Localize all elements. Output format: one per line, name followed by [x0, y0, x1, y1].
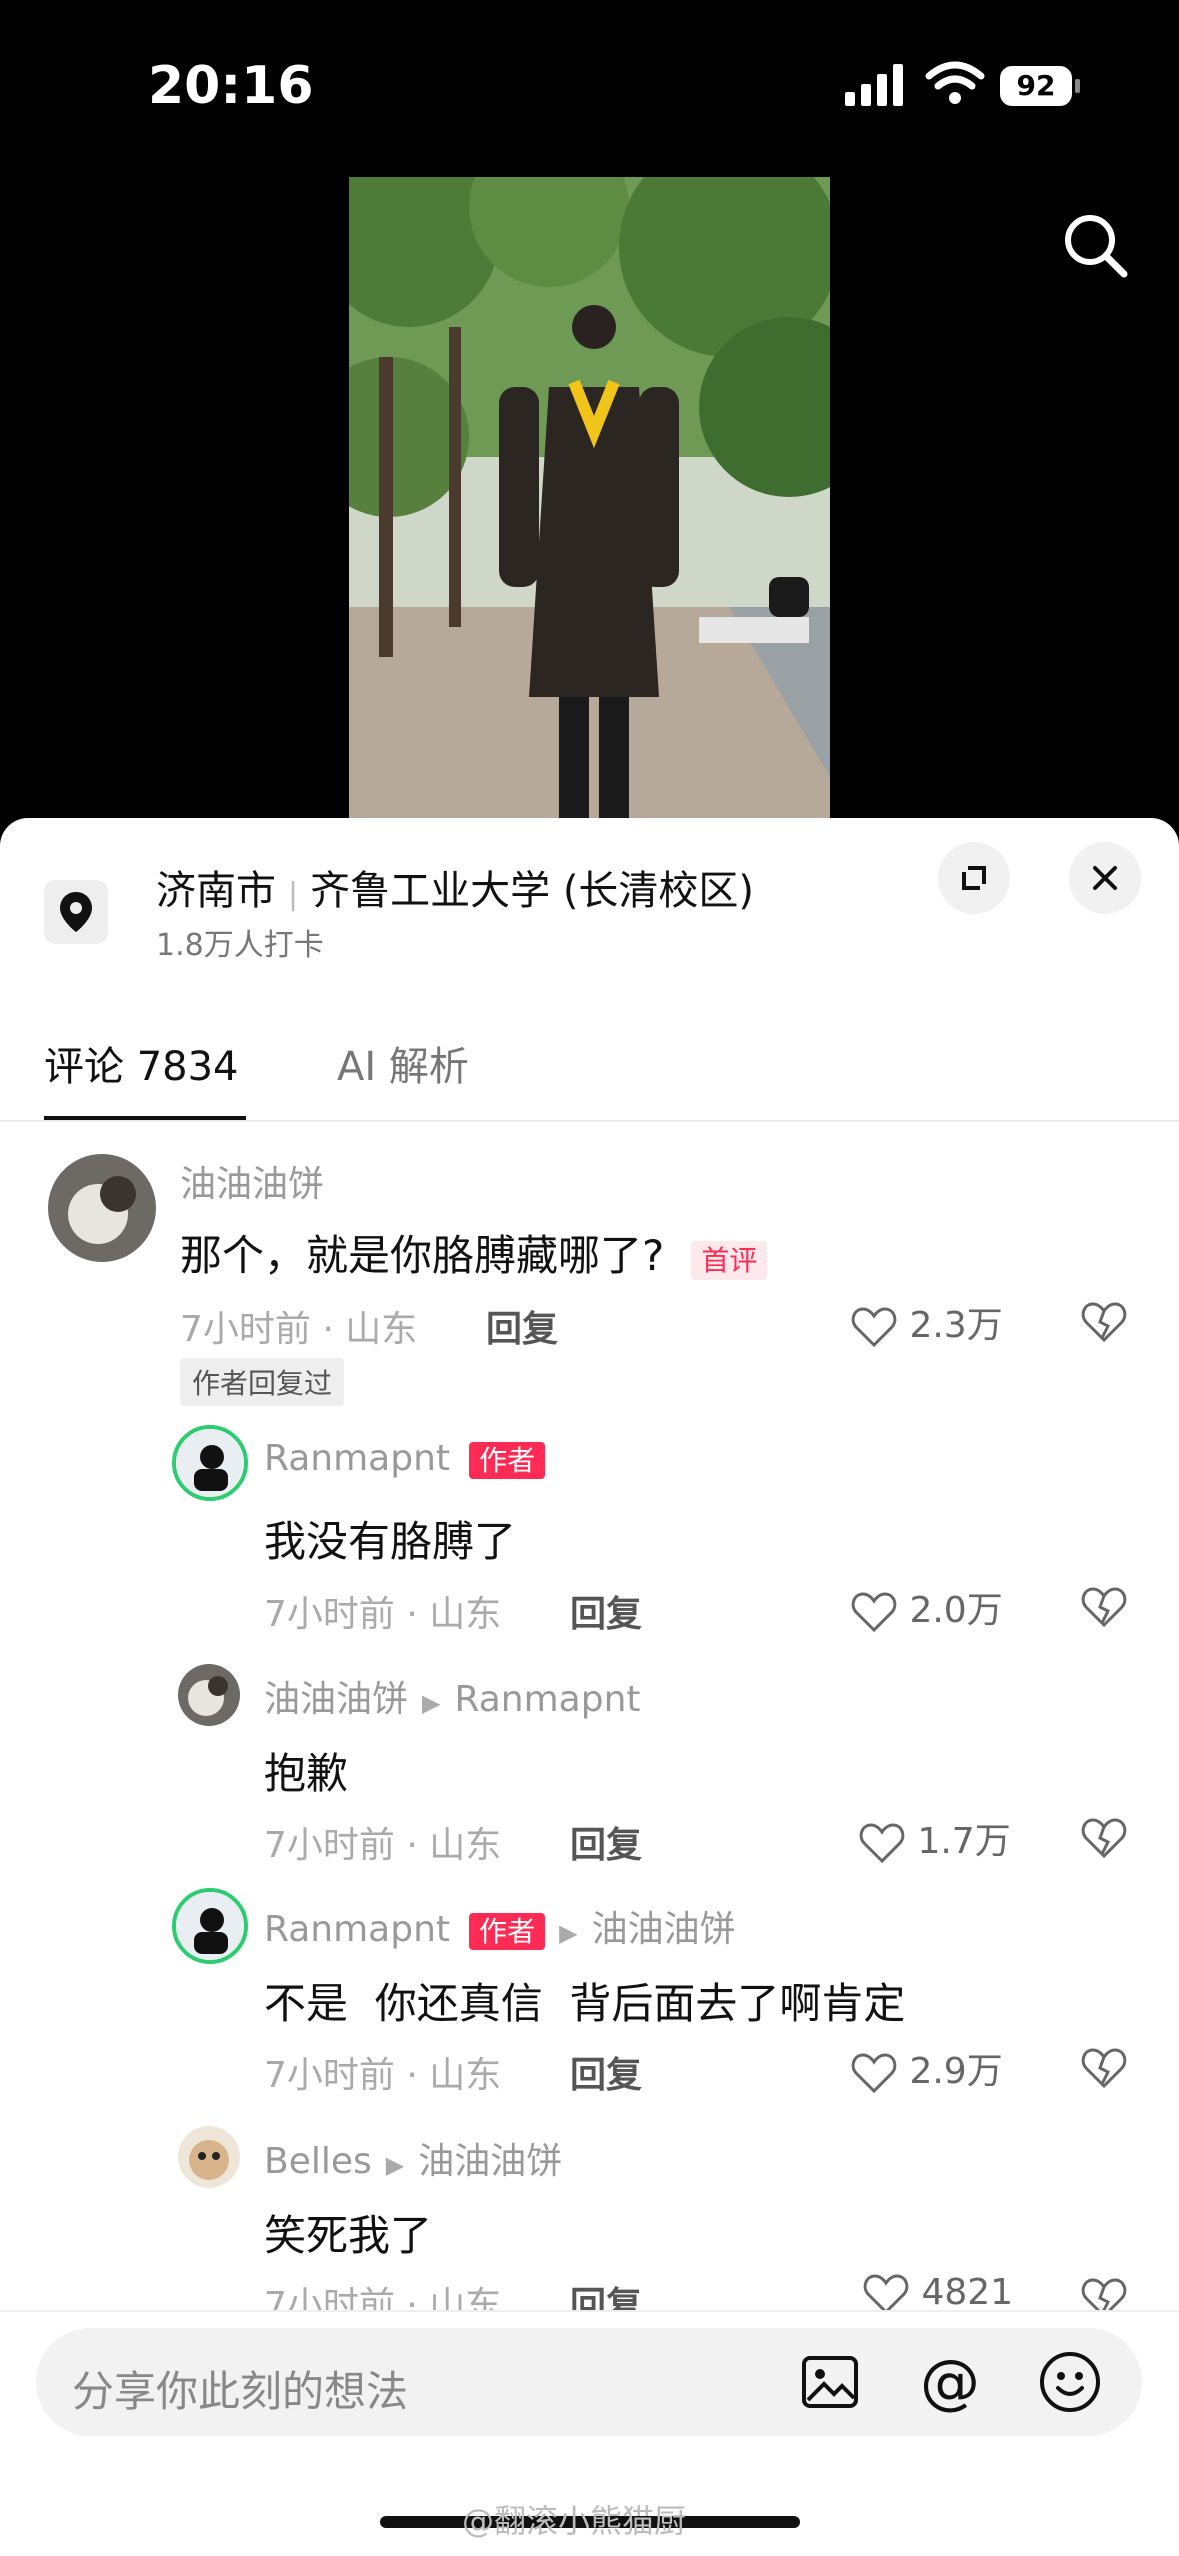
first-comment-badge: 首评: [691, 1241, 768, 1280]
avatar[interactable]: [178, 2126, 240, 2188]
broken-heart-icon[interactable]: [1080, 2046, 1128, 2090]
title-separator: |: [288, 877, 299, 912]
comment-username[interactable]: Belles: [264, 2141, 372, 2182]
signal-icon: [845, 64, 903, 106]
reply-button[interactable]: 回复: [570, 2046, 642, 2098]
broken-heart-icon[interactable]: [1080, 1300, 1128, 1344]
author-badge: 作者: [469, 1442, 546, 1479]
search-icon[interactable]: [1060, 210, 1130, 280]
comment-time-location: 7小时前 · 山东: [264, 2055, 502, 2096]
image-icon[interactable]: [800, 2352, 860, 2412]
heart-icon: [859, 1823, 905, 1864]
comment-text: 那个，就是你胳膊藏哪了?: [180, 1231, 665, 1280]
watermark: @翻滚小熊猫厨: [462, 2502, 687, 2540]
comment-time-location: 7小时前 · 山东: [264, 1825, 502, 1866]
expand-icon[interactable]: [938, 842, 1010, 914]
location-pin-icon: [44, 880, 108, 944]
at-icon[interactable]: @: [918, 2350, 982, 2414]
comment-username[interactable]: 油油油饼: [264, 1679, 408, 1720]
battery-level: 92: [1016, 69, 1056, 102]
tab-ai-analysis[interactable]: AI 解析: [337, 1034, 469, 1092]
like-button[interactable]: 2.0万: [850, 1581, 1003, 1634]
reply-arrow-icon: ▶: [422, 1689, 441, 1717]
avatar[interactable]: [178, 1664, 240, 1726]
comment-time-location: 7小时前 · 山东: [180, 1309, 418, 1350]
comment-username[interactable]: 油油油饼: [180, 1155, 324, 1207]
input-placeholder[interactable]: 分享你此刻的想法: [72, 2358, 408, 2419]
broken-heart-icon[interactable]: [1080, 1816, 1128, 1860]
heart-icon: [851, 2053, 897, 2094]
like-button[interactable]: 2.9万: [850, 2042, 1003, 2095]
video-preview[interactable]: [349, 177, 830, 818]
tabs-divider: [0, 1120, 1179, 1122]
broken-heart-icon[interactable]: [1080, 1585, 1128, 1629]
reply-to-username[interactable]: 油油油饼: [418, 2141, 562, 2182]
comment-username[interactable]: Ranmapnt: [264, 1438, 450, 1479]
emoji-icon[interactable]: [1038, 2350, 1102, 2414]
reply-arrow-icon: ▶: [559, 1919, 578, 1947]
like-count: 2.9万: [909, 2051, 1003, 2092]
location-title[interactable]: 济南市 | 齐鲁工业大学 (长清校区): [156, 858, 754, 916]
comment-text: 我没有胳膊了: [264, 1517, 517, 1566]
location-place: 齐鲁工业大学 (长清校区): [310, 868, 755, 914]
heart-icon: [851, 1592, 897, 1633]
like-button[interactable]: 1.7万: [858, 1812, 1011, 1865]
avatar[interactable]: [48, 1154, 156, 1262]
battery-icon: 92: [1000, 66, 1080, 106]
reply-button[interactable]: 回复: [486, 1300, 558, 1352]
reply-arrow-icon: ▶: [385, 2151, 405, 2179]
status-time: 20:16: [148, 56, 314, 116]
comment-username[interactable]: Ranmapnt: [264, 1909, 450, 1950]
bottom-divider: [0, 2310, 1179, 2312]
comment-item: 那个，就是你胳膊藏哪了? 首评: [180, 1222, 768, 1283]
heart-icon: [851, 1307, 897, 1348]
reply-header: Belles ▶ 油油油饼: [264, 2132, 562, 2184]
comment-text: 不是 你还真信 背后面去了啊肯定: [264, 1979, 906, 2028]
tab-comments[interactable]: 评论 7834: [44, 1034, 239, 1092]
like-count: 2.0万: [909, 1590, 1003, 1631]
like-count: 1.7万: [917, 1821, 1011, 1862]
like-button[interactable]: 2.3万: [850, 1296, 1003, 1349]
location-city: 济南市: [156, 868, 276, 914]
close-icon[interactable]: [1069, 842, 1141, 914]
comment-text: 抱歉: [264, 1749, 349, 1798]
reply-button[interactable]: 回复: [570, 1585, 642, 1637]
reply-button[interactable]: 回复: [570, 1816, 642, 1868]
author-replied-badge: 作者回复过: [180, 1358, 345, 1406]
reply-to-username[interactable]: 油油油饼: [592, 1909, 736, 1950]
reply-header: Ranmapnt 作者 ▶ 油油油饼: [264, 1900, 736, 1952]
avatar[interactable]: [172, 1425, 248, 1501]
reply-header: Ranmapnt 作者: [264, 1438, 546, 1479]
reply-to-username[interactable]: Ranmapnt: [454, 1679, 640, 1720]
reply-header: 油油油饼 ▶ Ranmapnt: [264, 1670, 641, 1722]
like-count: 2.3万: [909, 1305, 1003, 1346]
comment-text: 笑死我了: [264, 2211, 433, 2260]
comment-time-location: 7小时前 · 山东: [264, 1594, 502, 1635]
wifi-icon: [925, 61, 985, 104]
checkin-count: 1.8万人打卡: [156, 928, 324, 963]
like-count: 4821: [921, 2272, 1014, 2313]
avatar[interactable]: [172, 1888, 248, 1964]
author-badge: 作者: [469, 1913, 546, 1950]
